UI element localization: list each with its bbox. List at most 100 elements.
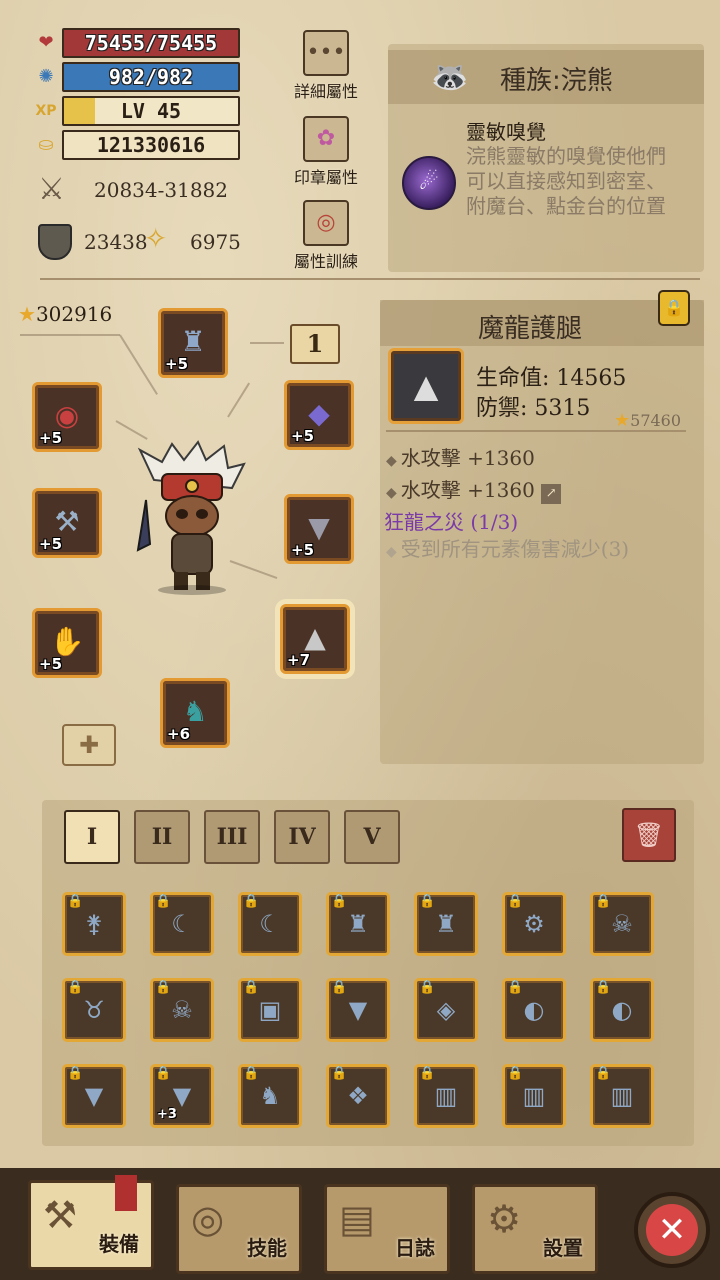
inventory-tab-3[interactable]: III xyxy=(204,810,260,864)
seal-attributes-button[interactable]: ✿ 印章屬性 xyxy=(288,116,364,188)
eye-amulet-icon: ◉ xyxy=(54,399,80,432)
inventory-slot[interactable]: ▥ 🔒 xyxy=(590,1064,654,1128)
lock-icon: 🔒 xyxy=(67,980,84,995)
nav-journal[interactable]: ▤ 日誌 xyxy=(324,1184,450,1274)
nav-equipment-label: 裝備 xyxy=(99,1232,139,1256)
lock-icon: 🔒 xyxy=(67,1066,84,1081)
luck-value: 6975 xyxy=(190,230,241,254)
heart-icon: ❤ xyxy=(38,32,54,53)
teal-gloves-icon: ◐ xyxy=(523,996,545,1024)
item-detail-header: 魔龍護腿 xyxy=(380,300,704,346)
inventory-slot[interactable]: ▼ 🔒 +3 xyxy=(150,1064,214,1128)
inventory-slot[interactable]: ▼ 🔒 xyxy=(326,978,390,1042)
lock-icon: 🔒 xyxy=(419,894,436,909)
lock-toggle-icon[interactable]: 🔒 xyxy=(658,290,690,326)
inventory-slot[interactable]: ▣ 🔒 xyxy=(238,978,302,1042)
set-effect-text: 受到所有元素傷害減少(3) xyxy=(400,537,630,561)
attack-value: 20834-31882 xyxy=(94,178,229,202)
coins-icon: ⛀ xyxy=(38,134,54,155)
trash-button[interactable]: 🗑 xyxy=(622,808,676,862)
fang-armor-icon: ▼ xyxy=(348,996,368,1024)
level-text: LV 45 xyxy=(120,99,182,123)
broken-gear-icon: ⚙ xyxy=(523,910,545,938)
inventory-slot[interactable]: ◐ 🔒 xyxy=(590,978,654,1042)
lock-icon: 🔒 xyxy=(243,894,260,909)
inventory-slot[interactable]: ♜ 🔒 xyxy=(326,892,390,956)
inventory-tab-5[interactable]: V xyxy=(344,810,400,864)
slot-gems[interactable]: ◆ +5 xyxy=(284,380,354,450)
inventory-slot[interactable]: ◐ 🔒 xyxy=(502,978,566,1042)
inventory-slot[interactable]: ☾ 🔒 xyxy=(150,892,214,956)
slot-armor[interactable]: ▼ +5 xyxy=(284,494,354,564)
gold-stat: ⛀ 121330616 xyxy=(34,130,240,160)
slot-boots[interactable]: ♞ +6 xyxy=(160,678,230,748)
inventory-slot[interactable]: ☠ 🔒 xyxy=(150,978,214,1042)
inventory-slot[interactable]: ☠ 🔒 xyxy=(590,892,654,956)
inventory-tab-1[interactable]: I xyxy=(64,810,120,864)
race-header: 🦝 種族:浣熊 xyxy=(388,50,704,104)
luck-icon: ✧ xyxy=(144,222,168,255)
journal-icon: ▤ xyxy=(339,1197,375,1241)
skull-mask-icon: ☠ xyxy=(171,996,193,1024)
red-boots-icon: ▥ xyxy=(522,1082,546,1110)
enchant-arrow-icon: ↗ xyxy=(541,484,562,504)
nav-settings[interactable]: ⚙ 設置 xyxy=(472,1184,598,1274)
raccoon-hero-avatar xyxy=(136,440,246,595)
lock-icon: 🔒 xyxy=(243,1066,260,1081)
dragon-boots-icon: ♞ xyxy=(182,695,208,728)
slot-weapon[interactable]: ⚒ +5 xyxy=(32,488,102,558)
lock-icon: 🔒 xyxy=(595,1066,612,1081)
nav-settings-label: 設置 xyxy=(543,1236,583,1260)
item-score: ★57460 xyxy=(614,410,681,431)
nav-skills[interactable]: ◎ 技能 xyxy=(176,1184,302,1274)
inventory-slot[interactable]: ⚙ 🔒 xyxy=(502,892,566,956)
loadout-button[interactable]: 1 xyxy=(290,324,340,364)
dark-armor-icon: ▼ xyxy=(172,1082,192,1110)
gear-score: ★302916 xyxy=(18,302,112,326)
inventory-slot[interactable]: ▥ 🔒 xyxy=(414,1064,478,1128)
inventory-slot[interactable]: ♜ 🔒 xyxy=(414,892,478,956)
bone-armor-icon: ▣ xyxy=(258,996,282,1024)
defense-value: 23438 xyxy=(84,230,148,254)
details-attributes-button[interactable]: ••• 詳細屬性 xyxy=(288,30,364,102)
add-loadout-button[interactable]: ✚ xyxy=(62,724,116,766)
inventory-slot[interactable]: ▥ 🔒 xyxy=(502,1064,566,1128)
set-name: 狂龍之災 (1/3) xyxy=(384,510,519,534)
slot-gloves[interactable]: ✋ +5 xyxy=(32,608,102,678)
lock-icon: 🔒 xyxy=(331,1066,348,1081)
slot-level: +5 xyxy=(39,655,63,673)
shield-icon xyxy=(38,224,72,260)
lock-icon: 🔒 xyxy=(419,980,436,995)
inventory-tab-2[interactable]: II xyxy=(134,810,190,864)
ellipsis-icon: ••• xyxy=(303,30,349,76)
slot-level: +5 xyxy=(291,541,315,559)
star-icon: ★ xyxy=(18,302,36,326)
nav-equipment[interactable]: ⚒ 裝備 xyxy=(28,1175,154,1270)
modifier-line: ◆ 水攻擊 +1360 xyxy=(386,442,535,471)
inventory-tab-4[interactable]: IV xyxy=(274,810,330,864)
inventory-slot[interactable]: ❖ 🔒 xyxy=(326,1064,390,1128)
slot-helmet[interactable]: ♜ +5 xyxy=(158,308,228,378)
connector-line xyxy=(250,342,284,344)
lock-icon: 🔒 xyxy=(155,894,172,909)
dragon-helm-icon: ♜ xyxy=(435,910,457,938)
dark-armor-icon: ▼ xyxy=(84,1082,104,1110)
lock-icon: 🔒 xyxy=(67,894,84,909)
modifier-text: 水攻擊 +1360 xyxy=(400,478,535,502)
item-hp: 生命值: 14565 xyxy=(476,366,627,391)
close-button[interactable]: ✕ xyxy=(634,1192,710,1268)
slot-amulet[interactable]: ◉ +5 xyxy=(32,382,102,452)
inventory-slot[interactable]: ☾ 🔒 xyxy=(238,892,302,956)
attribute-training-button[interactable]: ◎ 屬性訓練 xyxy=(288,200,364,272)
inventory-slot[interactable]: ◈ 🔒 xyxy=(414,978,478,1042)
inventory-slot[interactable]: ▼ 🔒 xyxy=(62,1064,126,1128)
mp-bar: 982/982 xyxy=(62,62,240,92)
teal-gloves-icon: ◐ xyxy=(611,996,633,1024)
slot-level: +7 xyxy=(287,651,311,669)
modifier-line: ◆ 水攻擊 +1360 ↗ xyxy=(386,474,562,504)
modifier-text: 水攻擊 +1360 xyxy=(400,446,535,470)
slot-leggings[interactable]: ▲ +7 xyxy=(280,604,350,674)
inventory-slot[interactable]: ♞ 🔒 xyxy=(238,1064,302,1128)
inventory-slot[interactable]: ⚵ 🔒 xyxy=(62,892,126,956)
inventory-slot[interactable]: ♉ 🔒 xyxy=(62,978,126,1042)
